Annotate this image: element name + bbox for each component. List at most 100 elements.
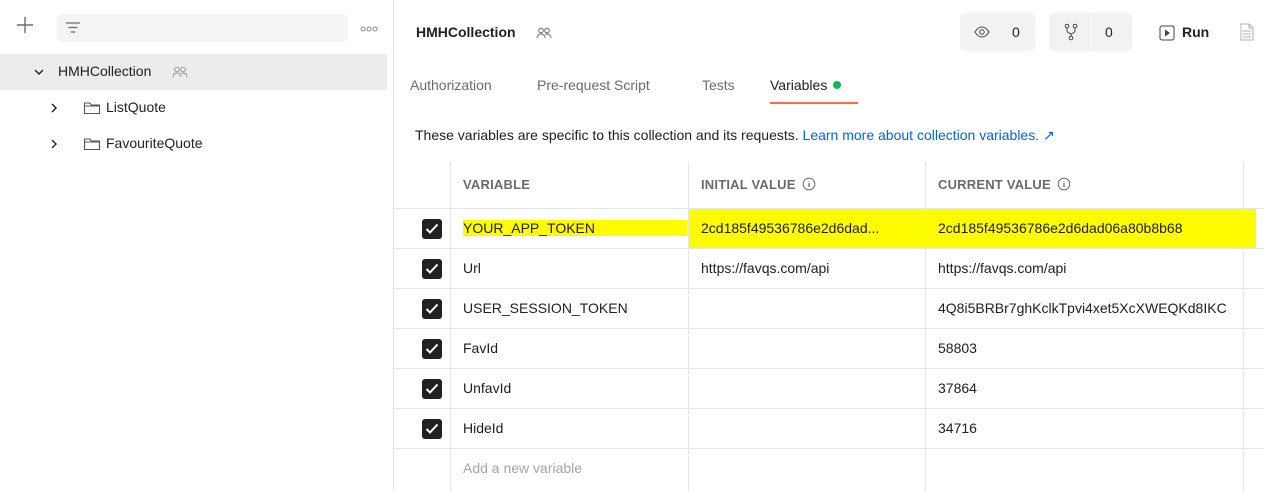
sidebar: HMHCollection ListQuote FavouriteQuote [0,0,394,491]
more-options-icon[interactable] [359,24,379,34]
status-dot [833,81,842,89]
plus-icon[interactable] [14,14,36,36]
extra-cell [1244,329,1265,369]
watch-button[interactable]: 0 [960,13,1035,51]
variable-cell[interactable]: HideId [451,409,689,449]
sidebar-item-listquote[interactable]: ListQuote [0,90,387,126]
fork-button[interactable]: 0 [1050,13,1132,51]
variable-cell[interactable]: USER_SESSION_TOKEN [451,289,689,329]
variables-description: These variables are specific to this col… [415,127,1055,144]
current-value-cell[interactable]: 37864 [926,369,1244,409]
initial-value-cell[interactable]: 2cd185f49536786e2d6dad... [689,209,926,249]
header-cell-variable: VARIABLE [451,162,689,208]
checkbox-cell [394,329,451,369]
sidebar-item-favouritequote[interactable]: FavouriteQuote [0,126,387,162]
sidebar-toolbar [0,0,393,50]
row-checkbox[interactable] [422,339,442,359]
checkbox-cell [394,249,451,289]
row-checkbox[interactable] [422,299,442,319]
column-header: CURRENT VALUE [938,177,1256,194]
row-checkbox[interactable] [422,219,442,239]
info-icon[interactable] [1057,177,1071,194]
folder-name: ListQuote [106,99,166,115]
column-header: INITIAL VALUE [701,177,923,194]
checkbox-cell [394,289,451,329]
table-row[interactable]: Url https://favqs.com/api https://favqs.… [394,248,1265,289]
chevron-right-icon[interactable] [48,102,60,114]
current-value-cell[interactable]: 58803 [926,329,1244,369]
play-icon [1159,25,1175,41]
active-tab-indicator [770,102,858,104]
folder-icon [83,100,101,116]
initial-value-cell[interactable] [689,289,926,329]
variable-cell[interactable]: UnfavId [451,369,689,409]
table-row[interactable]: UnfavId 37864 [394,368,1265,409]
team-icon [172,66,188,78]
folder-name: FavouriteQuote [106,135,203,151]
tab-pre-request-script[interactable]: Pre-request Script [537,77,650,93]
documentation-icon[interactable] [1240,23,1254,41]
current-value: 4Q8i5BRBr7ghKclkTpvi4xet5XcXWEQKd8IKC [938,300,1227,316]
initial-value-cell[interactable] [689,409,926,449]
current-value-cell[interactable]: 4Q8i5BRBr7ghKclkTpvi4xet5XcXWEQKd8IKC [926,289,1244,329]
current-value-cell[interactable]: https://favqs.com/api [926,249,1244,289]
variable-name: Url [463,260,481,276]
divider [1090,13,1091,51]
checkbox-cell [394,449,451,492]
table-header: VARIABLE INITIAL VALUE CURRENT VALUE [394,162,1265,208]
add-variable-row[interactable]: Add a new variable [394,448,1265,492]
tab-tests[interactable]: Tests [702,77,735,93]
add-variable-cell[interactable]: Add a new variable [451,449,689,492]
folder-icon [83,136,101,152]
variable-cell[interactable]: Url [451,249,689,289]
current-value: https://favqs.com/api [938,260,1067,276]
extra-cell [1244,449,1265,492]
header-checkbox-cell [394,162,451,208]
watch-count: 0 [1012,24,1020,40]
variable-name: YOUR_APP_TOKEN [463,220,687,236]
header-cell-extra [1244,162,1265,208]
row-checkbox[interactable] [422,419,442,439]
checkbox-cell [394,369,451,409]
tab-label: Variables [770,77,828,93]
initial-value-cell[interactable] [689,449,926,492]
variable-cell[interactable]: FavId [451,329,689,369]
extra-cell [1244,249,1265,289]
table-row[interactable]: YOUR_APP_TOKEN 2cd185f49536786e2d6dad...… [394,208,1265,249]
table-row[interactable]: USER_SESSION_TOKEN 4Q8i5BRBr7ghKclkTpvi4… [394,288,1265,329]
row-checkbox[interactable] [422,259,442,279]
current-value-cell[interactable] [926,449,1244,492]
initial-value-cell[interactable] [689,369,926,409]
chevron-down-icon[interactable] [33,66,45,78]
row-checkbox[interactable] [422,379,442,399]
header-cell-initial: INITIAL VALUE [689,162,926,208]
info-icon[interactable] [802,177,816,194]
collection-item[interactable]: HMHCollection [0,54,387,90]
tab-variables[interactable]: Variables [770,77,842,93]
current-value-cell[interactable]: 34716 [926,409,1244,449]
page-title: HMHCollection [416,24,516,40]
description-text: These variables are specific to this col… [415,127,803,143]
column-header-label: INITIAL VALUE [701,177,796,192]
filter-input[interactable] [57,14,347,42]
run-button[interactable]: Run [1156,13,1222,51]
add-variable-input[interactable]: Add a new variable [463,460,687,476]
tab-authorization[interactable]: Authorization [410,77,492,93]
initial-value-cell[interactable]: https://favqs.com/api [689,249,926,289]
extra-cell [1244,289,1265,329]
fork-icon [1064,23,1078,41]
extra-cell [1244,369,1265,409]
initial-value-cell[interactable] [689,329,926,369]
variable-name: USER_SESSION_TOKEN [463,300,628,316]
current-value-cell[interactable]: 2cd185f49536786e2d6dad06a80b8b68 [926,209,1244,249]
chevron-right-icon[interactable] [48,138,60,150]
variable-cell[interactable]: YOUR_APP_TOKEN [451,209,689,249]
table-row[interactable]: HideId 34716 [394,408,1265,449]
learn-more-link[interactable]: Learn more about collection variables. ↗ [803,127,1055,143]
variable-name: HideId [463,420,504,436]
main-panel: HMHCollection 0 0 Run Authorization Pre-… [394,0,1265,492]
header-cell-current: CURRENT VALUE [926,162,1244,208]
team-icon [536,27,552,39]
current-value: 2cd185f49536786e2d6dad06a80b8b68 [938,220,1183,236]
table-row[interactable]: FavId 58803 [394,328,1265,369]
